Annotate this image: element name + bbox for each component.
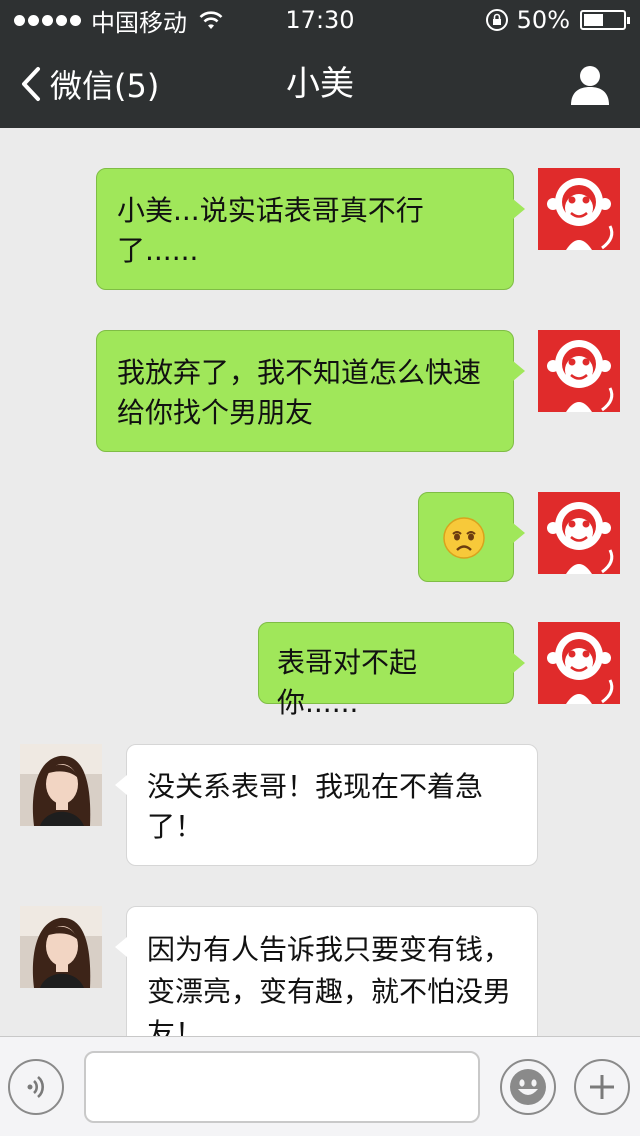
message-input[interactable] <box>84 1051 480 1123</box>
emoji-button[interactable] <box>500 1059 556 1115</box>
message-row: 表哥对不起你...... <box>0 620 640 719</box>
battery-percent: 50% <box>516 6 570 34</box>
message-row: 小美...说实话表哥真不行了...... <box>0 128 640 298</box>
message-row <box>0 490 640 586</box>
battery-icon <box>580 10 630 30</box>
smiley-icon <box>510 1069 546 1105</box>
chat-title: 小美 <box>286 64 354 104</box>
voice-button[interactable] <box>8 1059 64 1115</box>
contact-avatar[interactable] <box>20 744 102 826</box>
message-text: 表哥对不起你...... <box>277 646 418 719</box>
plus-icon <box>590 1075 614 1099</box>
message-text: 没关系表哥！我现在不着急了！ <box>147 770 484 843</box>
my-avatar-monkey-icon[interactable] <box>538 168 620 250</box>
nav-bar: 微信(5) 小美 <box>0 40 640 128</box>
message-text: 我放弃了，我不知道怎么快速给你找个男朋友 <box>117 356 482 429</box>
chat-area[interactable]: 小美...说实话表哥真不行了...... 我放弃了，我不知道怎么快速给你找个男朋… <box>0 128 640 1036</box>
outgoing-bubble[interactable]: 小美...说实话表哥真不行了...... <box>96 168 525 290</box>
incoming-bubble[interactable]: 因为有人告诉我只要变有钱，变漂亮，变有趣，就不怕没男友！ <box>115 906 538 1036</box>
rotation-lock-icon <box>485 9 508 31</box>
more-button[interactable] <box>574 1059 630 1115</box>
my-avatar-monkey-icon[interactable] <box>538 330 620 412</box>
voice-icon <box>27 1076 44 1098</box>
my-avatar-monkey-icon[interactable] <box>538 492 620 574</box>
my-avatar-monkey-icon[interactable] <box>538 622 620 704</box>
message-row: 我放弃了，我不知道怎么快速给你找个男朋友 <box>0 328 640 458</box>
contact-avatar[interactable] <box>20 906 102 988</box>
input-bar <box>0 1036 640 1136</box>
message-text: 小美...说实话表哥真不行了...... <box>117 194 424 267</box>
person-icon[interactable] <box>570 64 610 106</box>
outgoing-bubble[interactable] <box>418 492 525 582</box>
outgoing-bubble[interactable]: 我放弃了，我不知道怎么快速给你找个男朋友 <box>96 330 525 452</box>
battery-fill <box>584 14 603 26</box>
message-row: 因为有人告诉我只要变有钱，变漂亮，变有趣，就不怕没男友！ <box>0 904 640 1036</box>
message-row: 没关系表哥！我现在不着急了！ <box>0 742 640 872</box>
incoming-bubble[interactable]: 没关系表哥！我现在不着急了！ <box>115 744 538 866</box>
outgoing-bubble[interactable]: 表哥对不起你...... <box>258 622 525 719</box>
message-text: 因为有人告诉我只要变有钱，变漂亮，变有趣，就不怕没男友！ <box>147 933 512 1036</box>
status-right: 50% <box>485 6 630 34</box>
sad-face-emoji-icon <box>443 517 485 559</box>
status-bar: 中国移动 17:30 50% <box>0 0 640 40</box>
